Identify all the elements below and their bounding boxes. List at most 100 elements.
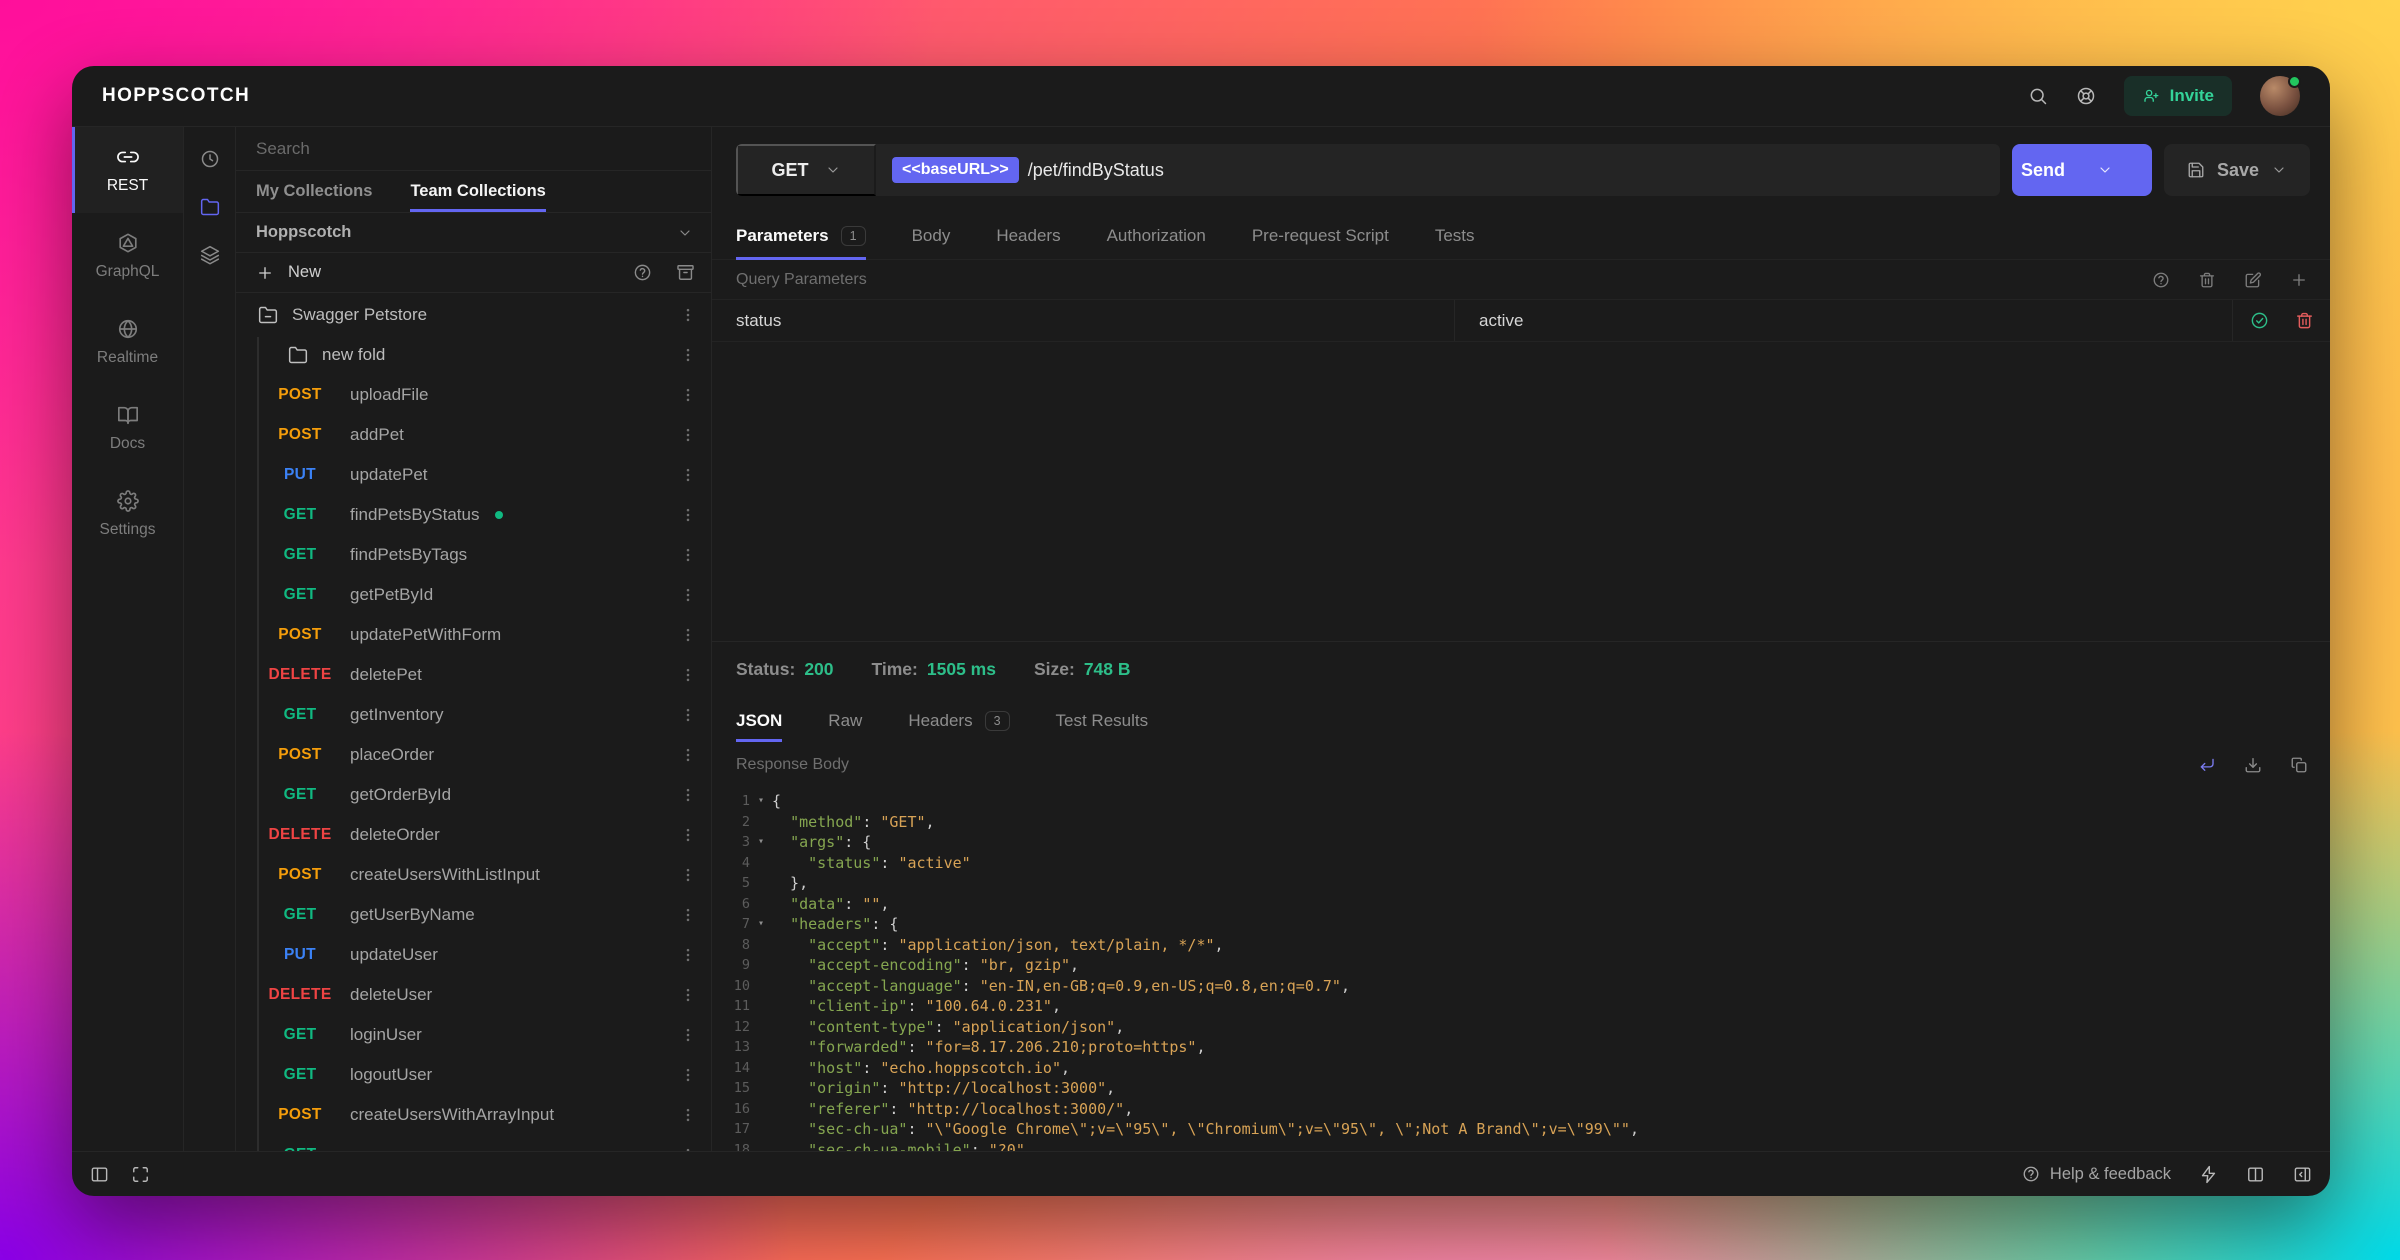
interceptor-icon[interactable] bbox=[2199, 1165, 2218, 1184]
response-tab-json[interactable]: JSON bbox=[736, 696, 782, 746]
sidebar-item-realtime[interactable]: Realtime bbox=[72, 299, 183, 385]
more-options-icon[interactable] bbox=[679, 1146, 697, 1151]
request-row-createuserswitharrayinput[interactable]: POSTcreateUsersWithArrayInput bbox=[236, 1095, 711, 1135]
fold-arrow-icon[interactable]: ▾ bbox=[750, 832, 772, 853]
more-options-icon[interactable] bbox=[679, 866, 697, 884]
request-row-uploadfile[interactable]: POSTuploadFile bbox=[236, 375, 711, 415]
more-options-icon[interactable] bbox=[679, 546, 697, 564]
support-icon[interactable] bbox=[2076, 86, 2096, 106]
team-selector[interactable]: Hoppscotch bbox=[236, 213, 711, 253]
help-icon[interactable] bbox=[2152, 271, 2170, 289]
response-tab-headers[interactable]: Headers3 bbox=[908, 696, 1009, 746]
request-tab-tests[interactable]: Tests bbox=[1435, 213, 1475, 259]
clear-all-icon[interactable] bbox=[2198, 271, 2216, 289]
more-options-icon[interactable] bbox=[679, 1106, 697, 1124]
response-body-code[interactable]: 1▾{2 "method": "GET",3▾ "args": {4 "stat… bbox=[712, 784, 2330, 1151]
help-icon[interactable] bbox=[633, 263, 652, 282]
request-row-logoutuser[interactable]: GETlogoutUser bbox=[236, 1055, 711, 1095]
request-row-deletepet[interactable]: DELETEdeletePet bbox=[236, 655, 711, 695]
request-row-getuserbyname[interactable]: GETgetUserByName bbox=[236, 895, 711, 935]
collections-tab-my[interactable]: My Collections bbox=[256, 171, 372, 212]
request-tab-headers[interactable]: Headers bbox=[996, 213, 1060, 259]
team-name: Hoppscotch bbox=[256, 223, 351, 242]
panel-tab-collections[interactable] bbox=[192, 189, 228, 225]
request-row-deleteuser[interactable]: DELETEdeleteUser bbox=[236, 975, 711, 1015]
more-options-icon[interactable] bbox=[679, 586, 697, 604]
request-row-getorderbyid[interactable]: GETgetOrderById bbox=[236, 775, 711, 815]
save-button[interactable]: Save bbox=[2164, 144, 2310, 196]
more-options-icon[interactable] bbox=[679, 826, 697, 844]
add-param-icon[interactable] bbox=[2290, 271, 2308, 289]
more-options-icon[interactable] bbox=[679, 786, 697, 804]
more-options-icon[interactable] bbox=[679, 626, 697, 644]
request-row-addpet[interactable]: POSTaddPet bbox=[236, 415, 711, 455]
more-options-icon[interactable] bbox=[679, 746, 697, 764]
param-key[interactable]: status bbox=[712, 300, 1454, 341]
line-number: 9 bbox=[722, 955, 750, 976]
more-options-icon[interactable] bbox=[679, 506, 697, 524]
request-row-updateuser[interactable]: PUTupdateUser bbox=[236, 935, 711, 975]
method-selector[interactable]: GET bbox=[736, 144, 876, 196]
panel-tab-history[interactable] bbox=[192, 141, 228, 177]
split-layout-icon[interactable] bbox=[2246, 1165, 2265, 1184]
collapse-right-panel-icon[interactable] bbox=[2293, 1165, 2312, 1184]
sidebar-item-rest[interactable]: REST bbox=[72, 127, 183, 213]
more-options-icon[interactable] bbox=[679, 1026, 697, 1044]
fold-arrow-icon[interactable]: ▾ bbox=[750, 914, 772, 935]
more-options-icon[interactable] bbox=[679, 946, 697, 964]
request-row-updatepetwithform[interactable]: POSTupdatePetWithForm bbox=[236, 615, 711, 655]
url-input[interactable]: <<baseURL>> /pet/findByStatus bbox=[876, 144, 2000, 196]
wrap-lines-icon[interactable] bbox=[2198, 756, 2216, 774]
collection-folder-row[interactable]: Swagger Petstore bbox=[236, 295, 711, 335]
more-options-icon[interactable] bbox=[679, 346, 697, 364]
more-options-icon[interactable] bbox=[679, 306, 697, 324]
new-collection-button[interactable]: New bbox=[256, 263, 321, 282]
param-delete-icon[interactable] bbox=[2295, 311, 2314, 330]
response-tab-raw[interactable]: Raw bbox=[828, 696, 862, 746]
request-row-deleteorder[interactable]: DELETEdeleteOrder bbox=[236, 815, 711, 855]
sidebar-item-docs[interactable]: Docs bbox=[72, 385, 183, 471]
more-options-icon[interactable] bbox=[679, 906, 697, 924]
download-icon[interactable] bbox=[2244, 756, 2262, 774]
param-value[interactable]: active bbox=[1454, 300, 2232, 341]
more-options-icon[interactable] bbox=[679, 1066, 697, 1084]
more-options-icon[interactable] bbox=[679, 986, 697, 1004]
more-options-icon[interactable] bbox=[679, 426, 697, 444]
more-options-icon[interactable] bbox=[679, 706, 697, 724]
import-export-icon[interactable] bbox=[676, 263, 695, 282]
more-options-icon[interactable] bbox=[679, 386, 697, 404]
request-row-getinventory[interactable]: GETgetInventory bbox=[236, 695, 711, 735]
shortcuts-icon[interactable] bbox=[131, 1165, 150, 1184]
request-row-createuserswithlistinput[interactable]: POSTcreateUsersWithListInput bbox=[236, 855, 711, 895]
response-tab-test-results[interactable]: Test Results bbox=[1056, 696, 1149, 746]
help-feedback-button[interactable]: Help & feedback bbox=[2022, 1165, 2171, 1184]
collections-tab-team[interactable]: Team Collections bbox=[410, 171, 545, 212]
subfolder-row[interactable]: new fold bbox=[236, 335, 711, 375]
search-icon[interactable] bbox=[2028, 86, 2048, 106]
more-options-icon[interactable] bbox=[679, 666, 697, 684]
copy-icon[interactable] bbox=[2290, 756, 2308, 774]
toggle-sidebar-icon[interactable] bbox=[90, 1165, 109, 1184]
fold-arrow-icon[interactable]: ▾ bbox=[750, 791, 772, 812]
request-row-request[interactable]: GET bbox=[236, 1135, 711, 1151]
request-row-getpetbyid[interactable]: GETgetPetById bbox=[236, 575, 711, 615]
request-tab-parameters[interactable]: Parameters1 bbox=[736, 213, 866, 259]
panel-tab-environments[interactable] bbox=[192, 237, 228, 273]
request-row-findpetsbystatus[interactable]: GETfindPetsByStatus bbox=[236, 495, 711, 535]
bulk-edit-icon[interactable] bbox=[2244, 271, 2262, 289]
search-input[interactable] bbox=[236, 139, 711, 159]
send-button[interactable]: Send bbox=[2012, 144, 2152, 196]
request-row-updatepet[interactable]: PUTupdatePet bbox=[236, 455, 711, 495]
request-tab-body[interactable]: Body bbox=[912, 213, 951, 259]
request-tab-authorization[interactable]: Authorization bbox=[1107, 213, 1206, 259]
param-enabled-icon[interactable] bbox=[2250, 311, 2269, 330]
request-row-placeorder[interactable]: POSTplaceOrder bbox=[236, 735, 711, 775]
sidebar-item-graphql[interactable]: GraphQL bbox=[72, 213, 183, 299]
invite-button[interactable]: Invite bbox=[2124, 76, 2232, 116]
sidebar-item-settings[interactable]: Settings bbox=[72, 471, 183, 557]
request-row-loginuser[interactable]: GETloginUser bbox=[236, 1015, 711, 1055]
request-row-findpetsbytags[interactable]: GETfindPetsByTags bbox=[236, 535, 711, 575]
avatar[interactable] bbox=[2260, 76, 2300, 116]
request-tab-pre-request-script[interactable]: Pre-request Script bbox=[1252, 213, 1389, 259]
more-options-icon[interactable] bbox=[679, 466, 697, 484]
